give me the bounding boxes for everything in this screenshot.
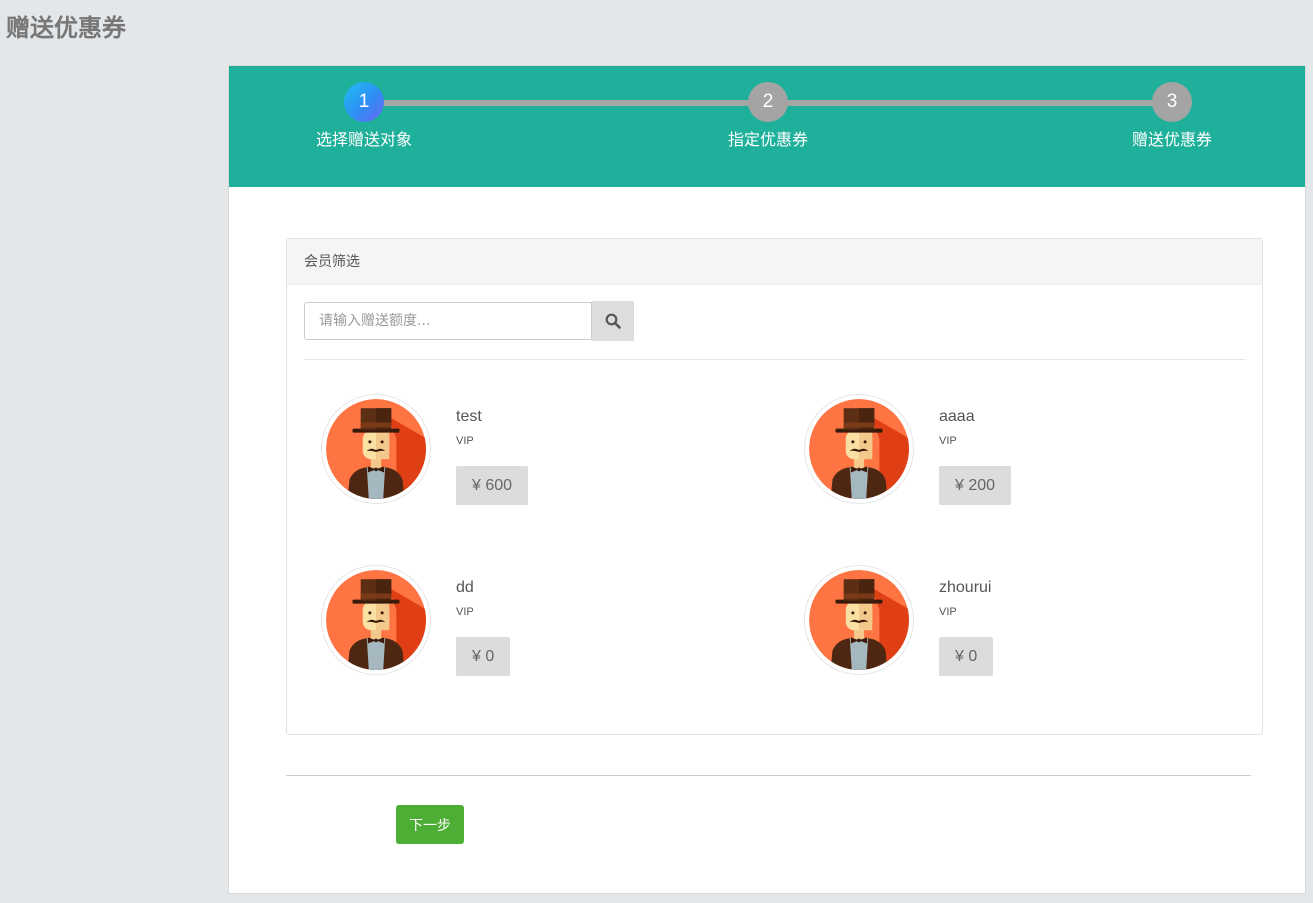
- member-balance: ¥ 600: [456, 466, 529, 505]
- member-level: VIP: [456, 435, 474, 447]
- step-2-label: 指定优惠券: [727, 130, 808, 149]
- avatar: [321, 394, 431, 504]
- member-balance: ¥ 0: [456, 637, 511, 676]
- avatar: [321, 565, 431, 675]
- search-input[interactable]: [304, 302, 592, 340]
- panel-divider: [304, 359, 1245, 360]
- member-card[interactable]: dd VIP ¥ 0: [304, 565, 704, 685]
- page-title: 赠送优惠券: [6, 14, 126, 42]
- member-balance: ¥ 200: [939, 466, 1012, 505]
- gentleman-avatar-icon: [325, 398, 427, 500]
- gentleman-avatar-icon: [808, 569, 910, 671]
- member-level: VIP: [456, 606, 474, 618]
- main-card: 1 选择赠送对象 2 指定优惠券 3 赠送优惠券 会员筛选 请输入赠送额度...…: [228, 65, 1306, 894]
- step-1-number: 1: [344, 82, 384, 122]
- panel-heading: 会员筛选: [287, 239, 1262, 285]
- member-level: VIP: [939, 435, 957, 447]
- step-3[interactable]: 3 赠送优惠券: [1092, 82, 1252, 150]
- member-name: test: [456, 408, 482, 425]
- member-balance: ¥ 0: [939, 637, 994, 676]
- member-card[interactable]: test VIP ¥ 600: [304, 394, 704, 514]
- form-divider: [286, 775, 1251, 776]
- search-icon: [605, 313, 621, 329]
- step-2[interactable]: 2 指定优惠券: [688, 82, 848, 150]
- avatar: [804, 394, 914, 504]
- member-name: zhourui: [939, 579, 992, 596]
- member-card[interactable]: zhourui VIP ¥ 0: [787, 565, 1187, 685]
- member-name: aaaa: [939, 408, 975, 425]
- search-button[interactable]: [592, 301, 634, 341]
- step-1[interactable]: 1 选择赠送对象: [284, 82, 444, 150]
- gentleman-avatar-icon: [808, 398, 910, 500]
- next-step-button[interactable]: 下一步: [396, 805, 464, 844]
- search-group: [304, 301, 634, 341]
- member-filter-panel: 会员筛选 test VIP ¥ 600 aaaa: [286, 238, 1263, 735]
- step-progress-bar: 1 选择赠送对象 2 指定优惠券 3 赠送优惠券: [229, 66, 1305, 187]
- gentleman-avatar-icon: [325, 569, 427, 671]
- step-3-label: 赠送优惠券: [1131, 130, 1212, 149]
- step-1-label: 选择赠送对象: [315, 130, 412, 149]
- step-3-number: 3: [1152, 82, 1192, 122]
- member-card[interactable]: aaaa VIP ¥ 200: [787, 394, 1187, 514]
- step-2-number: 2: [748, 82, 788, 122]
- member-name: dd: [456, 579, 474, 596]
- avatar: [804, 565, 914, 675]
- member-level: VIP: [939, 606, 957, 618]
